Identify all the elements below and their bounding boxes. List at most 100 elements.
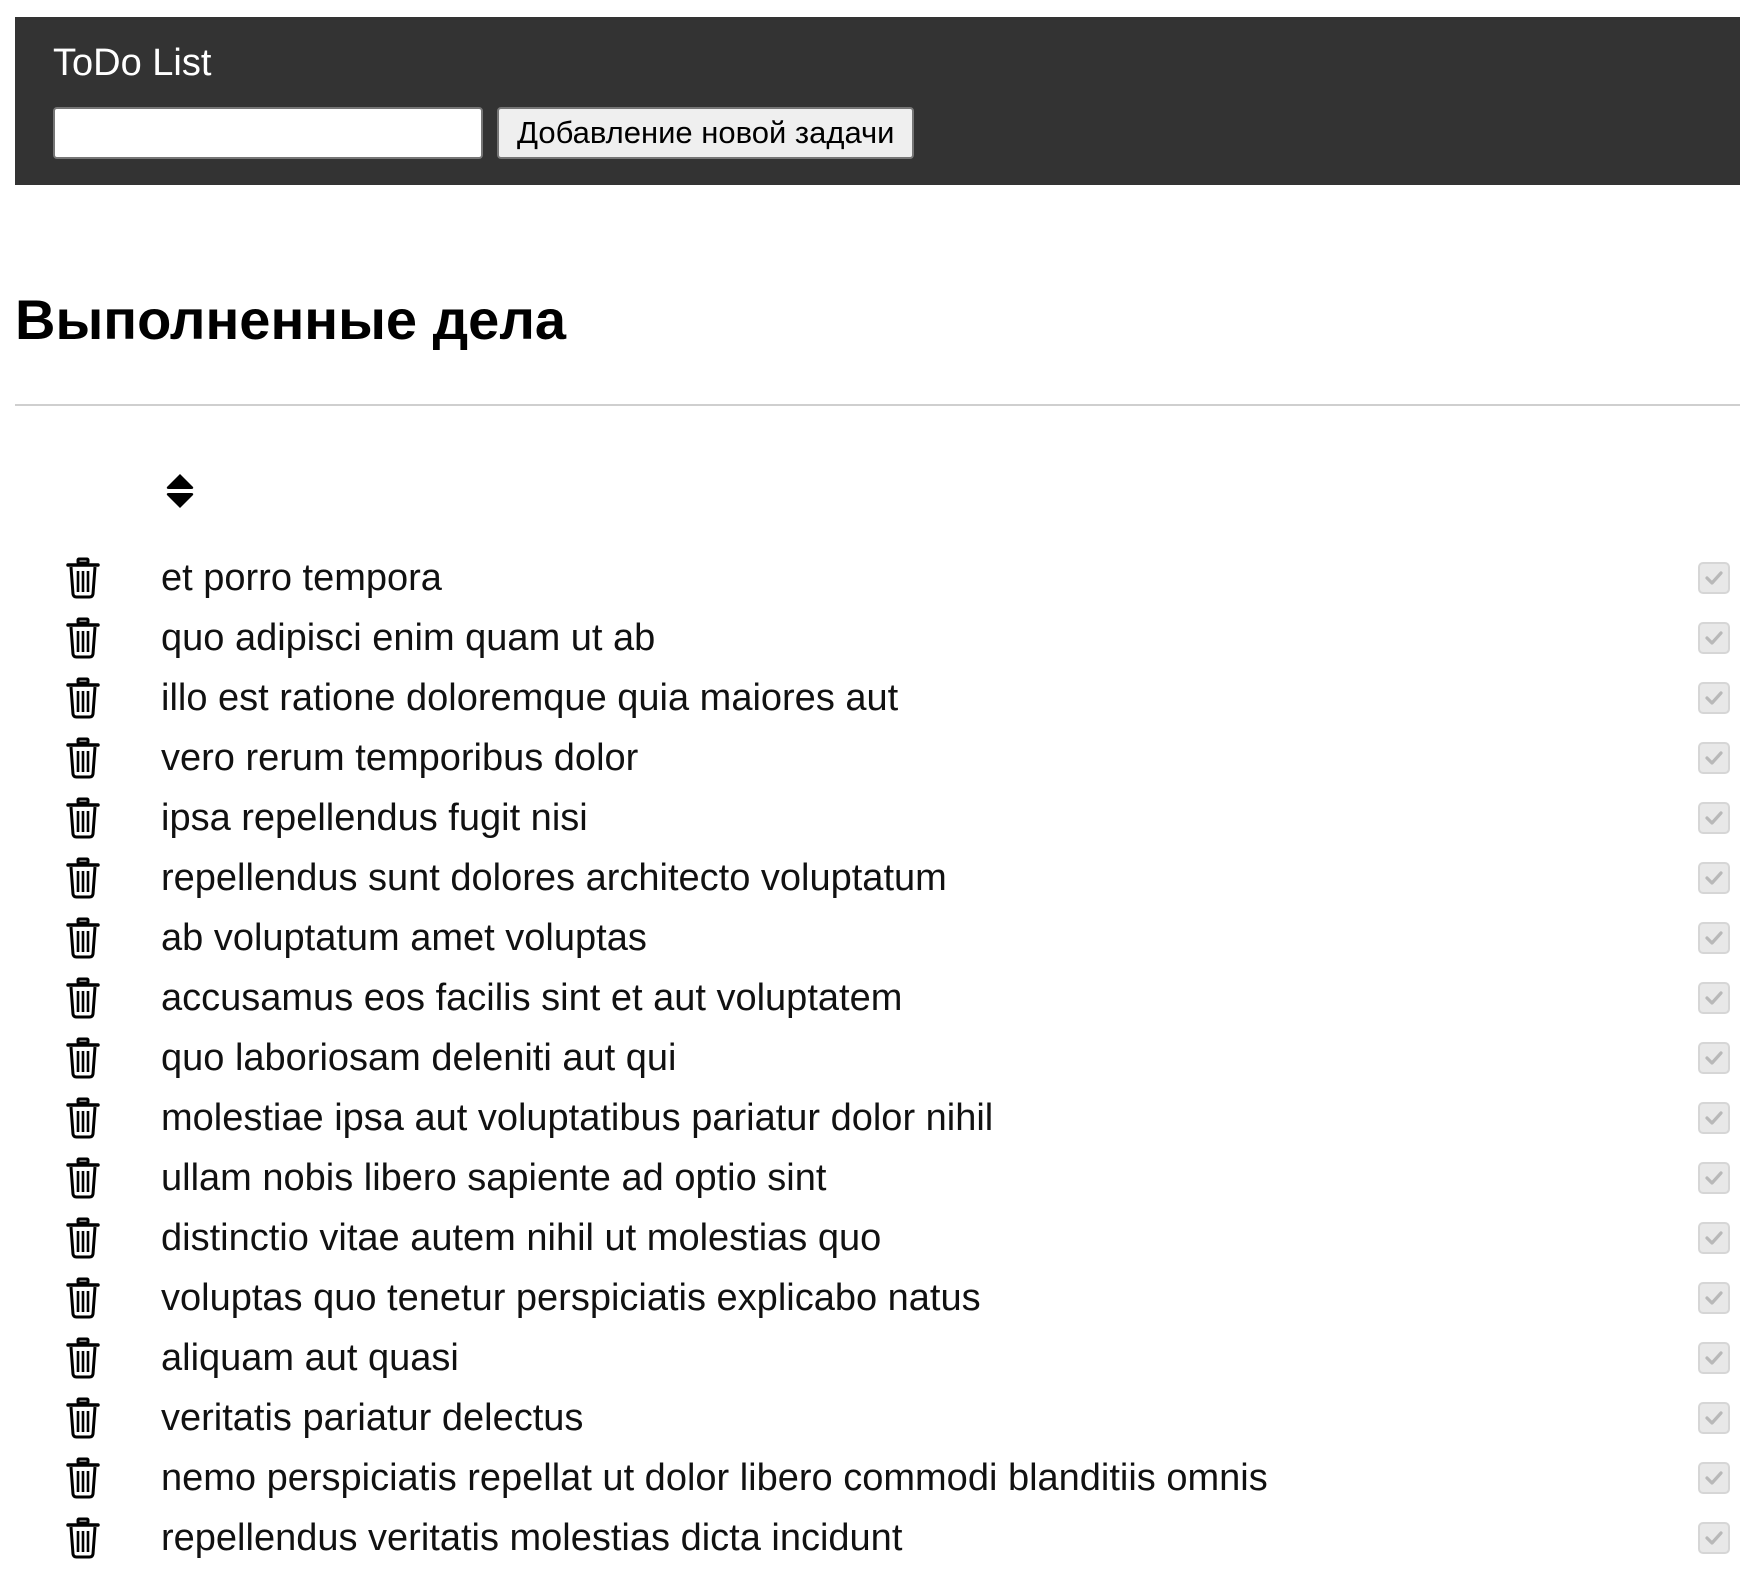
todo-text: aliquam aut quasi <box>161 1337 459 1379</box>
todo-item: vero rerum temporibus dolor <box>15 728 1740 788</box>
checkbox-checked-icon[interactable] <box>1698 1162 1730 1194</box>
trash-icon-graphic <box>66 857 100 899</box>
trash-icon[interactable] <box>65 677 101 719</box>
todo-item: et porro tempora <box>15 548 1740 608</box>
trash-icon[interactable] <box>65 557 101 599</box>
trash-icon[interactable] <box>65 617 101 659</box>
todo-text: nemo perspiciatis repellat ut dolor libe… <box>161 1457 1268 1499</box>
trash-icon-graphic <box>66 977 100 1019</box>
trash-icon-graphic <box>66 1277 100 1319</box>
trash-icon[interactable] <box>65 977 101 1019</box>
checkbox-checked-icon[interactable] <box>1698 1342 1730 1374</box>
check-mark-icon <box>1705 1471 1723 1485</box>
todo-item: voluptas quo tenetur perspiciatis explic… <box>15 1268 1740 1328</box>
trash-icon-graphic <box>66 737 100 779</box>
checkbox-checked-icon[interactable] <box>1698 802 1730 834</box>
app-title: ToDo List <box>53 42 212 84</box>
checkbox-checked-icon[interactable] <box>1698 1042 1730 1074</box>
trash-icon-graphic <box>66 1037 100 1079</box>
checkbox-checked-icon[interactable] <box>1698 1222 1730 1254</box>
trash-icon-graphic <box>66 1517 100 1559</box>
trash-icon[interactable] <box>65 1157 101 1199</box>
todo-item: ipsa repellendus fugit nisi <box>15 788 1740 848</box>
check-mark-icon <box>1705 931 1723 945</box>
todo-text: ipsa repellendus fugit nisi <box>161 797 588 839</box>
trash-icon-graphic <box>66 1397 100 1439</box>
check-mark-icon <box>1705 1291 1723 1305</box>
checkbox-checked-icon[interactable] <box>1698 982 1730 1014</box>
trash-icon-graphic <box>66 797 100 839</box>
checkbox-checked-icon[interactable] <box>1698 922 1730 954</box>
checkbox-checked-icon[interactable] <box>1698 862 1730 894</box>
check-mark-icon <box>1705 1051 1723 1065</box>
trash-icon[interactable] <box>65 797 101 839</box>
todo-text: quo adipisci enim quam ut ab <box>161 617 656 659</box>
todo-text: molestiae ipsa aut voluptatibus pariatur… <box>161 1097 994 1139</box>
todo-text: vero rerum temporibus dolor <box>161 737 639 779</box>
trash-icon[interactable] <box>65 1517 101 1559</box>
trash-icon[interactable] <box>65 1097 101 1139</box>
section-title: Выполненные дела <box>15 288 567 351</box>
check-mark-icon <box>1705 571 1723 585</box>
todo-item: repellendus veritatis molestias dicta in… <box>15 1508 1740 1568</box>
todo-item: quo adipisci enim quam ut ab <box>15 608 1740 668</box>
checkbox-checked-icon[interactable] <box>1698 1522 1730 1554</box>
trash-icon-graphic <box>66 617 100 659</box>
todo-item: repellendus sunt dolores architecto volu… <box>15 848 1740 908</box>
todo-text: distinctio vitae autem nihil ut molestia… <box>161 1217 882 1259</box>
checkbox-checked-icon[interactable] <box>1698 1282 1730 1314</box>
check-mark-icon <box>1705 631 1723 645</box>
trash-icon[interactable] <box>65 1217 101 1259</box>
trash-icon-graphic <box>66 1157 100 1199</box>
trash-icon-graphic <box>66 1337 100 1379</box>
trash-icon-graphic <box>66 557 100 599</box>
checkbox-checked-icon[interactable] <box>1698 682 1730 714</box>
checkbox-checked-icon[interactable] <box>1698 1102 1730 1134</box>
completed-todo-list: et porro tempora quo adipisci enim quam … <box>15 548 1740 1568</box>
trash-icon[interactable] <box>65 1037 101 1079</box>
todo-text: quo laboriosam deleniti aut qui <box>161 1037 677 1079</box>
trash-icon[interactable] <box>65 1337 101 1379</box>
trash-icon[interactable] <box>65 1277 101 1319</box>
trash-icon[interactable] <box>65 1397 101 1439</box>
check-mark-icon <box>1705 1111 1723 1125</box>
trash-icon-graphic <box>66 1097 100 1139</box>
add-task-button[interactable]: Добавление новой задачи <box>497 107 915 159</box>
sort-icon-graphic <box>166 474 194 508</box>
check-mark-icon <box>1705 991 1723 1005</box>
trash-icon[interactable] <box>65 1457 101 1499</box>
todo-text: repellendus veritatis molestias dicta in… <box>161 1517 903 1559</box>
trash-icon[interactable] <box>65 857 101 899</box>
checkbox-checked-icon[interactable] <box>1698 1462 1730 1494</box>
check-mark-icon <box>1705 1531 1723 1545</box>
todo-text: veritatis pariatur delectus <box>161 1397 584 1439</box>
todo-item: nemo perspiciatis repellat ut dolor libe… <box>15 1448 1740 1508</box>
trash-icon[interactable] <box>65 917 101 959</box>
todo-text: ullam nobis libero sapiente ad optio sin… <box>161 1157 827 1199</box>
checkbox-checked-icon[interactable] <box>1698 742 1730 774</box>
check-mark-icon <box>1705 1351 1723 1365</box>
trash-icon-graphic <box>66 1457 100 1499</box>
checkbox-checked-icon[interactable] <box>1698 1402 1730 1434</box>
check-mark-icon <box>1705 1171 1723 1185</box>
checkbox-checked-icon[interactable] <box>1698 622 1730 654</box>
check-mark-icon <box>1705 691 1723 705</box>
todo-item: illo est ratione doloremque quia maiores… <box>15 668 1740 728</box>
todo-text: ab voluptatum amet voluptas <box>161 917 647 959</box>
todo-item: accusamus eos facilis sint et aut volupt… <box>15 968 1740 1028</box>
trash-icon[interactable] <box>65 737 101 779</box>
todo-item: molestiae ipsa aut voluptatibus pariatur… <box>15 1088 1740 1148</box>
check-mark-icon <box>1705 1411 1723 1425</box>
todo-text: accusamus eos facilis sint et aut volupt… <box>161 977 903 1019</box>
check-mark-icon <box>1705 1231 1723 1245</box>
todo-text: et porro tempora <box>161 557 442 599</box>
check-mark-icon <box>1705 751 1723 765</box>
sort-icon[interactable] <box>164 472 196 510</box>
new-task-input[interactable] <box>53 107 483 159</box>
checkbox-checked-icon[interactable] <box>1698 562 1730 594</box>
trash-icon-graphic <box>66 677 100 719</box>
todo-item: ab voluptatum amet voluptas <box>15 908 1740 968</box>
section-divider <box>15 404 1740 406</box>
todo-item: distinctio vitae autem nihil ut molestia… <box>15 1208 1740 1268</box>
todo-item: ullam nobis libero sapiente ad optio sin… <box>15 1148 1740 1208</box>
